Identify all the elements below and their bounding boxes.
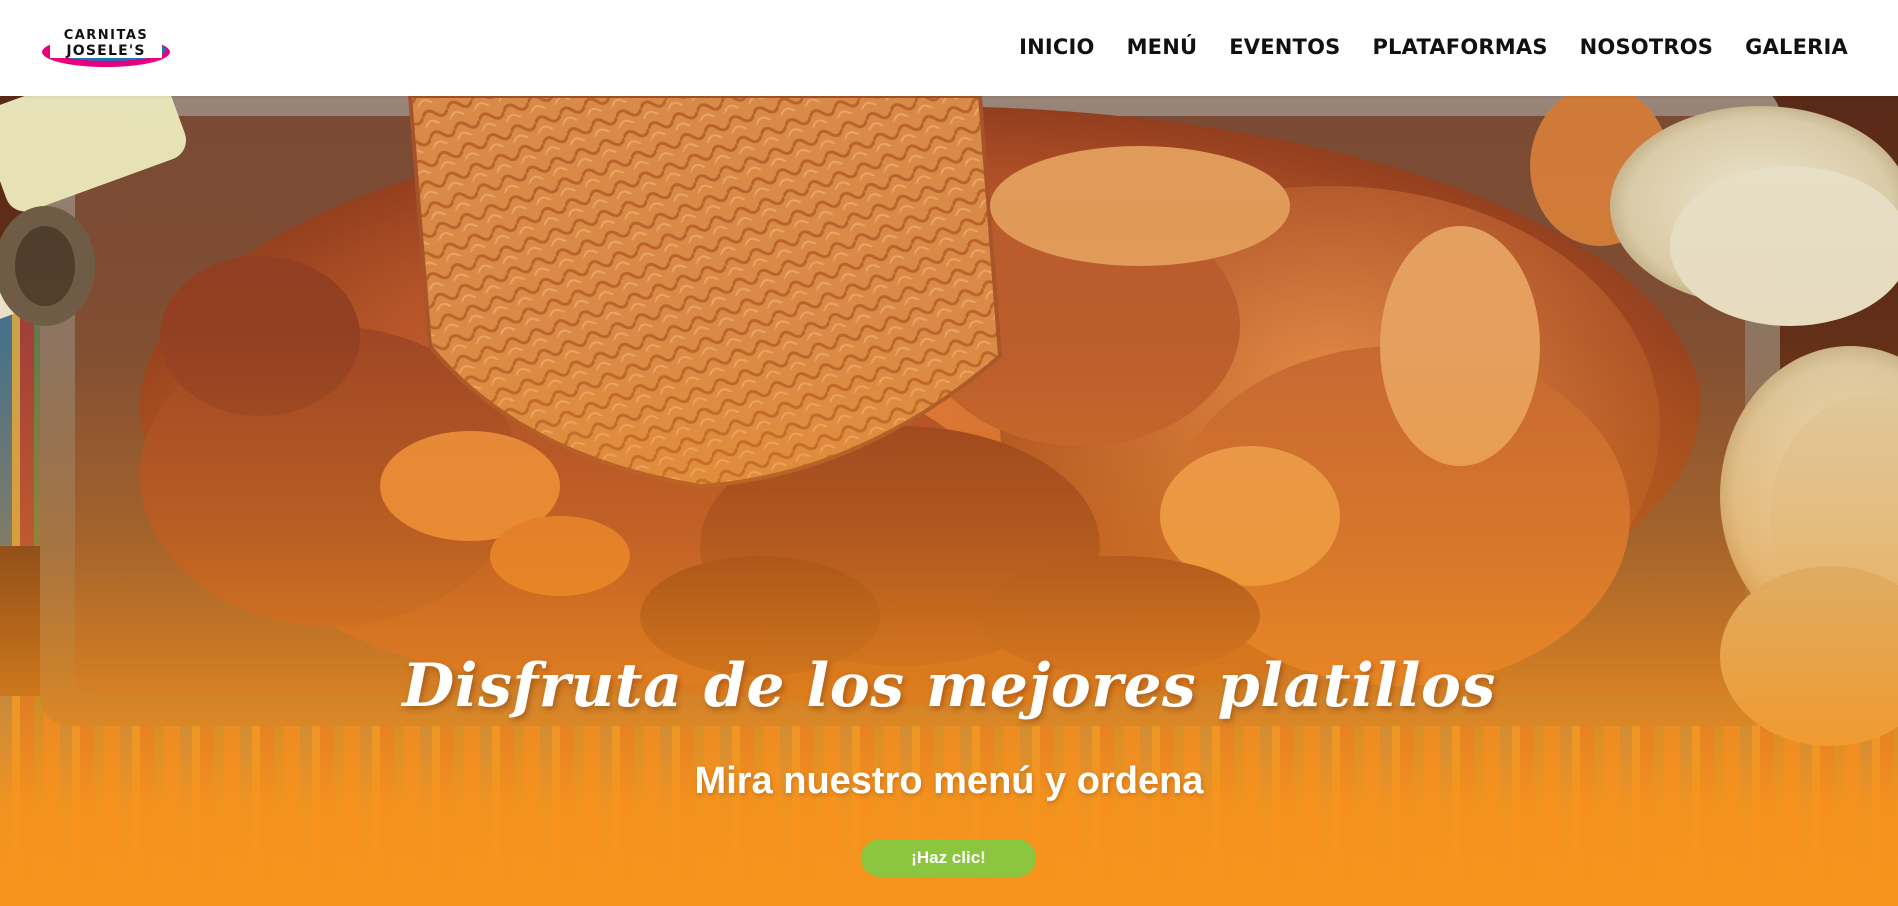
nav-item-eventos[interactable]: EVENTOS bbox=[1229, 35, 1340, 59]
nav-item-inicio[interactable]: INICIO bbox=[1019, 35, 1094, 59]
hero-subtitle: Mira nuestro menú y ordena bbox=[694, 760, 1204, 802]
nav-item-plataformas[interactable]: PLATAFORMAS bbox=[1372, 35, 1547, 59]
nav-item-galeria[interactable]: GALERIA bbox=[1745, 35, 1848, 59]
logo-text-top: CARNITAS bbox=[64, 28, 149, 43]
main-nav: INICIO MENÚ EVENTOS PLATAFORMAS NOSOTROS… bbox=[1019, 30, 1848, 64]
cta-button[interactable]: ¡Haz clic! bbox=[861, 839, 1036, 877]
brand-logo-icon: CARNITAS JOSELE'S bbox=[42, 26, 170, 67]
logo-text-bottom: JOSELE'S bbox=[65, 43, 145, 59]
brand-logo[interactable]: CARNITAS JOSELE'S bbox=[40, 22, 172, 68]
hero-section: Disfruta de los mejores platillos Mira n… bbox=[0, 96, 1898, 906]
nav-item-menu[interactable]: MENÚ bbox=[1127, 35, 1198, 59]
hero-title: Disfruta de los mejores platillos bbox=[402, 651, 1496, 721]
nav-item-nosotros[interactable]: NOSOTROS bbox=[1580, 35, 1713, 59]
site-header: CARNITAS JOSELE'S INICIO MENÚ EVENTOS PL… bbox=[0, 0, 1898, 96]
